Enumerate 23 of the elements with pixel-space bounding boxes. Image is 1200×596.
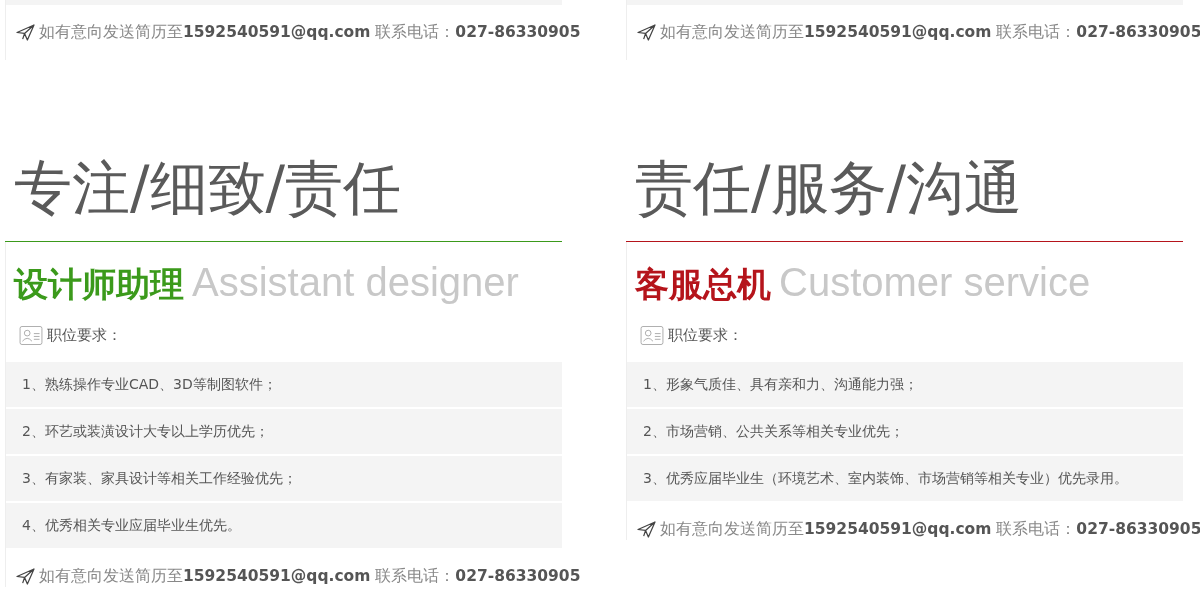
requirement-item: 1、形象气质佳、具有亲和力、沟通能力强； (627, 362, 1183, 407)
requirement-item: 2、环艺或装潢设计大专以上学历优先； (6, 409, 562, 454)
id-card-icon (640, 326, 664, 345)
motto-heading: 专注/细致/责任 (13, 153, 403, 224)
requirement-item: 3、优秀应届毕业生（环境艺术、室内装饰、市场营销等相关专业）优先录用。 (627, 456, 1183, 501)
section-label: 职位要求： (668, 326, 743, 345)
contact-text: 如有意向发送简历至1592540591@qq.com 联系电话：027-86330905 (660, 22, 1200, 43)
requirement-item: 3、有家装、家具设计等相关工作经验优先； (6, 456, 562, 501)
requirement-item: 4、优秀相关专业应届毕业生优先。 (6, 503, 562, 548)
contact-text: 如有意向发送简历至1592540591@qq.com 联系电话：027-86330905 (39, 566, 581, 587)
requirement-item: 2、市场营销、公共关系等相关专业优先； (627, 409, 1183, 454)
paper-plane-icon (637, 24, 656, 41)
id-card-icon (19, 326, 43, 345)
contact-text: 如有意向发送简历至1592540591@qq.com 联系电话：027-86330905 (660, 519, 1200, 540)
job-title: 设计师助理 (14, 263, 184, 306)
section-label: 职位要求： (47, 326, 122, 345)
paper-plane-icon (16, 568, 35, 585)
contact-text: 如有意向发送简历至1592540591@qq.com 联系电话：027-86330905 (39, 22, 581, 43)
paper-plane-icon (16, 24, 35, 41)
motto-heading: 责任/服务/沟通 (634, 153, 1024, 224)
paper-plane-icon (637, 521, 656, 538)
job-title: 客服总机 (635, 263, 771, 306)
requirement-item: 1、熟练操作专业CAD、3D等制图软件； (6, 362, 562, 407)
